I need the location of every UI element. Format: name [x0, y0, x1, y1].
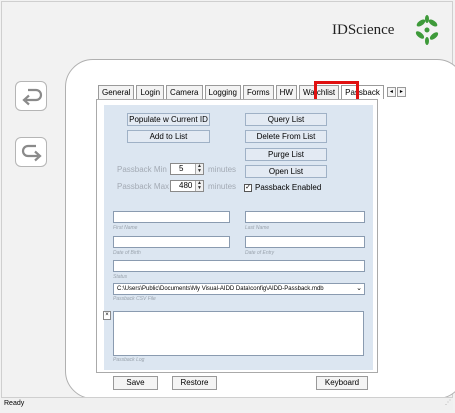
brand-name: IDScience	[332, 22, 395, 38]
add-to-list-button[interactable]: Add to List	[127, 130, 210, 143]
passback-log-caption: Passback Log	[113, 357, 145, 363]
stepper-arrows-icon[interactable]: ▲ ▼	[195, 181, 203, 191]
date-of-birth-caption: Date of Birth	[113, 250, 141, 256]
first-name-field[interactable]	[113, 211, 230, 223]
tab-logging[interactable]: Logging	[204, 85, 241, 99]
passback-max-label: Passback Max	[117, 182, 170, 191]
stepper-arrows-icon[interactable]: ▲ ▼	[195, 164, 203, 174]
passback-min-label: Passback Min	[117, 165, 167, 174]
last-name-caption: Last Name	[245, 225, 270, 231]
tab-scroll-right-icon[interactable]: ▸	[396, 87, 406, 97]
min-unit-label: minutes	[208, 165, 237, 174]
idscience-leaf-logo	[415, 15, 439, 45]
tab-login[interactable]: Login	[136, 85, 165, 99]
resize-grip-icon[interactable]: ⋰	[445, 397, 451, 409]
restore-button[interactable]: Restore	[172, 376, 217, 390]
status-field[interactable]	[113, 260, 365, 272]
passback-file-caption: Passback CSV File	[113, 296, 156, 302]
tab-hw[interactable]: HW	[275, 85, 297, 99]
passback-max-value: 480	[179, 181, 193, 190]
max-unit-label: minutes	[208, 182, 237, 191]
passback-min-stepper[interactable]: 5 ▲ ▼	[170, 163, 204, 175]
forward-button[interactable]	[15, 137, 47, 167]
passback-max-stepper[interactable]: 480 ▲ ▼	[170, 180, 204, 192]
populate-button[interactable]: Populate w Current ID	[127, 113, 210, 126]
back-button[interactable]	[15, 81, 47, 111]
status-bar: Ready ⋰	[1, 397, 453, 410]
tab-scroll-left-icon[interactable]: ◂	[386, 87, 396, 97]
passback-enabled-checkbox[interactable]: ✓	[244, 184, 252, 192]
date-of-birth-field[interactable]	[113, 236, 230, 248]
tab-general[interactable]: General	[98, 85, 135, 99]
delete-from-list-button[interactable]: Delete From List	[245, 130, 327, 143]
query-list-button[interactable]: Query List	[245, 113, 327, 126]
keyboard-button[interactable]: Keyboard	[316, 376, 368, 390]
status-caption: Status	[113, 274, 128, 280]
purge-list-button[interactable]: Purge List	[245, 148, 327, 161]
save-button[interactable]: Save	[113, 376, 158, 390]
first-name-caption: First Name	[113, 225, 138, 231]
clear-log-button[interactable]: ×	[103, 311, 111, 320]
tab-forms[interactable]: Forms	[242, 85, 274, 99]
chevron-down-icon[interactable]: ⌄	[356, 284, 362, 294]
passback-log[interactable]	[113, 311, 364, 356]
date-of-entry-caption: Date of Entry	[245, 250, 275, 256]
tab-camera[interactable]: Camera	[166, 85, 203, 99]
passback-file-path: C:\Users\Public\Documents\My Visual-AIDD…	[117, 286, 324, 292]
status-text: Ready	[4, 400, 25, 407]
passback-enabled-label: Passback Enabled	[255, 183, 322, 192]
tab-strip: General Login Camera Logging Forms HW Wa…	[98, 85, 406, 99]
date-of-entry-field[interactable]	[245, 236, 365, 248]
open-list-button[interactable]: Open List	[245, 165, 327, 178]
undo-arrow-icon	[22, 88, 43, 106]
last-name-field[interactable]	[245, 211, 365, 223]
passback-min-value: 5	[179, 164, 184, 173]
passback-file-select[interactable]: C:\Users\Public\Documents\My Visual-AIDD…	[113, 283, 365, 295]
redo-arrow-icon	[21, 144, 42, 162]
